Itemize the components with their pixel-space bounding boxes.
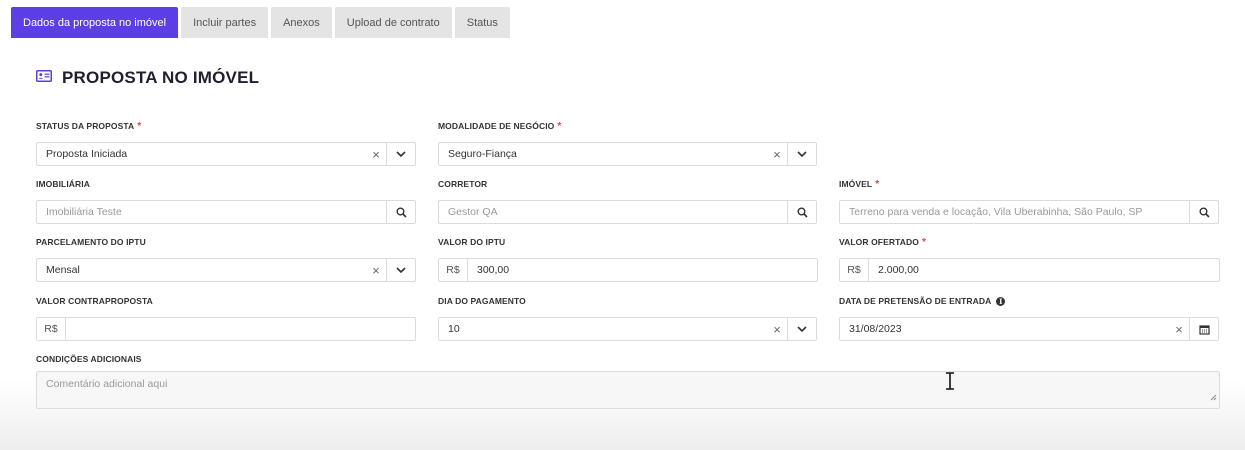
field-imovel: IMÓVEL * Terreno para venda e locação, Vi… (839, 178, 1219, 224)
tab-status[interactable]: Status (454, 7, 510, 38)
corretor-label: CORRETOR (438, 179, 488, 189)
tab-anexos[interactable]: Anexos (271, 7, 332, 38)
id-card-icon (36, 69, 52, 87)
status-proposta-label: STATUS DA PROPOSTA (36, 121, 135, 131)
page-title: PROPOSTA NO IMÓVEL (62, 68, 260, 87)
status-proposta-select[interactable]: Proposta Iniciada × (36, 142, 416, 166)
required-marker: * (557, 120, 562, 132)
chevron-down-icon[interactable] (386, 143, 415, 165)
search-icon[interactable] (386, 201, 415, 223)
calendar-icon[interactable] (1189, 318, 1218, 340)
field-condicoes: CONDIÇÕES ADICIONAIS Comentário adiciona… (36, 353, 1220, 409)
field-parcelamento-iptu: PARCELAMENTO DO IPTU Mensal × (36, 236, 416, 282)
text-cursor-icon (945, 372, 955, 395)
required-marker: * (921, 236, 926, 248)
info-icon[interactable]: i (996, 296, 1006, 306)
clear-icon[interactable]: × (1169, 322, 1189, 337)
field-modalidade: MODALIDADE DE NEGÓCIO * Seguro-Fiança × (438, 120, 817, 166)
valor-iptu-label: VALOR DO IPTU (438, 237, 506, 247)
valor-ofertado-value: 2.000,00 (878, 264, 919, 276)
valor-ofertado-input[interactable]: R$ 2.000,00 (839, 258, 1220, 282)
currency-prefix: R$ (840, 259, 869, 281)
field-data-pretensao: DATA DE PRETENSÃO DE ENTRADA i 31/08/2023… (839, 295, 1219, 341)
imovel-input[interactable]: Terreno para venda e locação, Vila Ubera… (839, 200, 1219, 224)
resize-handle-icon[interactable] (1210, 388, 1217, 406)
imovel-placeholder: Terreno para venda e locação, Vila Ubera… (849, 206, 1143, 218)
modalidade-label: MODALIDADE DE NEGÓCIO (438, 121, 555, 131)
page-header: PROPOSTA NO IMÓVEL (36, 68, 259, 88)
modalidade-select[interactable]: Seguro-Fiança × (438, 142, 817, 166)
corretor-placeholder: Gestor QA (448, 206, 498, 218)
parcelamento-iptu-label: PARCELAMENTO DO IPTU (36, 237, 146, 247)
search-icon[interactable] (1189, 201, 1218, 223)
condicoes-textarea[interactable]: Comentário adicional aqui (36, 371, 1220, 409)
field-corretor: CORRETOR Gestor QA (438, 178, 817, 224)
corretor-input[interactable]: Gestor QA (438, 200, 817, 224)
tab-upload-contrato[interactable]: Upload de contrato (334, 7, 452, 38)
tab-incluir-partes[interactable]: Incluir partes (181, 7, 269, 38)
dia-pagamento-label: DIA DO PAGAMENTO (438, 296, 526, 306)
dia-pagamento-value: 10 (448, 323, 460, 335)
clear-icon[interactable]: × (366, 147, 386, 162)
imobiliaria-label: IMOBILIÁRIA (36, 179, 90, 189)
required-marker: * (137, 120, 142, 132)
status-proposta-value: Proposta Iniciada (46, 148, 128, 160)
chevron-down-icon[interactable] (386, 259, 415, 281)
condicoes-placeholder: Comentário adicional aqui (46, 378, 168, 390)
chevron-down-icon[interactable] (787, 143, 816, 165)
imovel-label: IMÓVEL (839, 179, 873, 189)
clear-icon[interactable]: × (767, 322, 787, 337)
required-marker: * (875, 178, 880, 190)
chevron-down-icon[interactable] (787, 318, 816, 340)
valor-ofertado-label: VALOR OFERTADO (839, 237, 919, 247)
tab-bar: Dados da proposta no imóvel Incluir part… (11, 7, 510, 38)
search-icon[interactable] (787, 201, 816, 223)
field-valor-ofertado: VALOR OFERTADO * R$ 2.000,00 (839, 236, 1220, 282)
tab-dados-proposta[interactable]: Dados da proposta no imóvel (11, 7, 179, 38)
parcelamento-iptu-value: Mensal (46, 264, 80, 276)
imobiliaria-placeholder: Imobiliária Teste (46, 206, 122, 218)
imobiliaria-input[interactable]: Imobiliária Teste (36, 200, 416, 224)
currency-prefix: R$ (439, 259, 468, 281)
field-valor-iptu: VALOR DO IPTU R$ 300,00 (438, 236, 818, 282)
modalidade-value: Seguro-Fiança (448, 148, 517, 160)
field-status-proposta: STATUS DA PROPOSTA * Proposta Iniciada × (36, 120, 416, 166)
data-pretensao-label: DATA DE PRETENSÃO DE ENTRADA (839, 296, 992, 306)
condicoes-label: CONDIÇÕES ADICIONAIS (36, 354, 142, 364)
currency-prefix: R$ (37, 318, 66, 340)
field-valor-contraproposta: VALOR CONTRAPROPOSTA R$ (36, 295, 416, 341)
valor-contraproposta-label: VALOR CONTRAPROPOSTA (36, 296, 153, 306)
parcelamento-iptu-select[interactable]: Mensal × (36, 258, 416, 282)
valor-iptu-value: 300,00 (477, 264, 510, 276)
valor-contraproposta-input[interactable]: R$ (36, 317, 416, 341)
field-imobiliaria: IMOBILIÁRIA Imobiliária Teste (36, 178, 416, 224)
dia-pagamento-select[interactable]: 10 × (438, 317, 817, 341)
clear-icon[interactable]: × (767, 147, 787, 162)
data-pretensao-value: 31/08/2023 (849, 323, 902, 335)
field-dia-pagamento: DIA DO PAGAMENTO 10 × (438, 295, 817, 341)
data-pretensao-input[interactable]: 31/08/2023 × (839, 317, 1219, 341)
clear-icon[interactable]: × (366, 263, 386, 278)
valor-iptu-input[interactable]: R$ 300,00 (438, 258, 818, 282)
